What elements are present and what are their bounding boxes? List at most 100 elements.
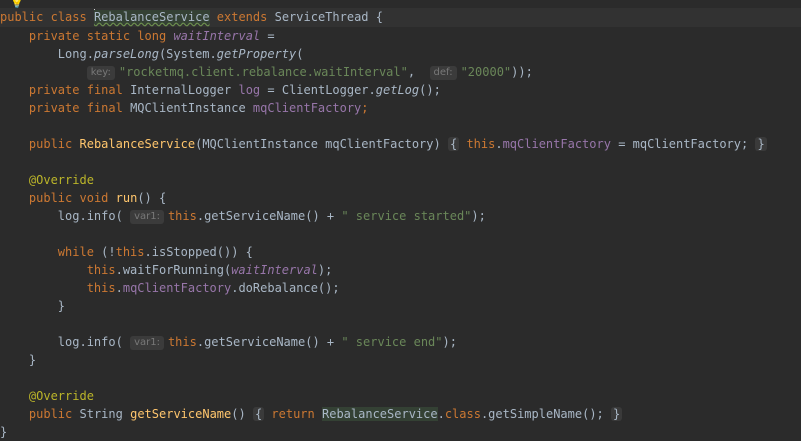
keyword-this: this <box>466 137 496 151</box>
annotation: @Override <box>28 173 94 187</box>
field-name: mqClientFactory <box>252 101 362 115</box>
code-text: Long. <box>57 47 94 61</box>
keyword-this: this <box>115 245 145 259</box>
code-text: )); <box>511 65 533 79</box>
code-text: = mqClientFactory; <box>618 137 749 151</box>
code-text: (! <box>101 245 116 259</box>
brace: } <box>0 425 8 439</box>
parameter-list: (MQClientInstance mqClientFactory) <box>195 137 441 151</box>
keyword: long <box>137 29 167 43</box>
code-line-15[interactable]: log.info( var1: this.getServiceName() + "… <box>0 333 801 351</box>
fold-region-close[interactable]: } <box>611 407 623 421</box>
brace: { <box>375 10 383 24</box>
constructor-name: RebalanceService <box>79 137 196 151</box>
keyword: final <box>86 101 123 115</box>
code-text: .isStopped()) { <box>144 245 253 259</box>
code-line-14[interactable]: } <box>0 297 801 315</box>
method-call: getLog <box>375 83 420 97</box>
keyword: final <box>86 83 123 97</box>
brace: } <box>57 299 66 313</box>
code-line-18[interactable]: public String getServiceName() { return … <box>0 405 801 423</box>
fold-region-open[interactable]: { <box>252 407 265 421</box>
field-name: waitInterval <box>231 263 318 277</box>
keyword-this: this <box>167 209 197 223</box>
code-line-1[interactable]: public class RebalanceService extends Se… <box>0 8 801 26</box>
code-line-13[interactable]: this.mqClientFactory.doRebalance(); <box>0 279 801 297</box>
annotation: @Override <box>28 389 94 403</box>
code-line-17[interactable]: @Override <box>0 387 801 405</box>
code-text: ( <box>296 47 304 61</box>
code-text: (); <box>419 83 441 97</box>
code-line-19[interactable]: } <box>0 423 801 441</box>
type-name: MQClientInstance <box>130 101 246 115</box>
string-literal: "rocketmq.client.rebalance.waitInterval" <box>118 65 408 79</box>
keyword-this: this <box>86 281 116 295</box>
method-call: getProperty <box>216 47 297 61</box>
operator: = <box>267 29 275 43</box>
keyword: while <box>57 245 94 259</box>
fold-region-close[interactable]: } <box>755 137 767 151</box>
keyword-this: this <box>86 263 116 277</box>
parameter-hint: var1: <box>130 210 164 224</box>
code-text: log.info( <box>57 209 123 223</box>
keyword: private <box>28 83 80 97</box>
class-name: RebalanceService <box>93 10 210 24</box>
code-editor[interactable]: 💡 public class RebalanceService extends … <box>0 0 801 441</box>
fold-region-open[interactable]: { <box>447 137 460 151</box>
keyword-this: this <box>167 335 197 349</box>
keyword: public <box>28 137 73 151</box>
semicolon: ; <box>361 101 369 115</box>
code-text: , <box>407 65 416 79</box>
lightbulb-icon[interactable]: 💡 <box>10 0 24 8</box>
keyword: static <box>86 29 131 43</box>
method-call: parseLong <box>93 47 159 61</box>
brace: } <box>28 353 37 367</box>
keyword: public <box>0 10 44 24</box>
code-line-10[interactable]: log.info( var1: this.getServiceName() + "… <box>0 207 801 225</box>
code-line-9[interactable]: public void run() { <box>0 189 801 207</box>
code-text: .getSimpleName(); <box>480 407 604 421</box>
keyword: extends <box>216 10 268 24</box>
code-text: log.info( <box>57 335 123 349</box>
code-text: . <box>437 407 445 421</box>
code-text: ); <box>442 335 457 349</box>
code-text: .getServiceName() + <box>196 335 342 349</box>
code-line-5[interactable]: private final InternalLogger log = Clien… <box>0 81 801 99</box>
code-text: . <box>115 281 123 295</box>
parameter-hint: var1: <box>130 336 164 350</box>
method-name: getServiceName <box>130 407 232 421</box>
code-text: () { <box>137 191 167 205</box>
code-line-8[interactable]: @Override <box>0 171 801 189</box>
type-name: InternalLogger <box>130 83 232 97</box>
code-text: ); <box>317 263 333 277</box>
type-name: String <box>79 407 123 421</box>
code-text: .getServiceName() + <box>196 209 342 223</box>
field-name: log <box>238 83 261 97</box>
keyword: public <box>28 191 73 205</box>
code-text: ); <box>471 209 486 223</box>
code-line-7[interactable]: public RebalanceService(MQClientInstance… <box>0 135 801 153</box>
keyword: public <box>28 407 73 421</box>
code-line-3[interactable]: Long.parseLong(System.getProperty( <box>0 45 801 63</box>
code-text: .waitForRunning( <box>115 263 232 277</box>
code-line-6[interactable]: private final MQClientInstance mqClientF… <box>0 99 801 117</box>
code-text: (System. <box>158 47 217 61</box>
code-line-12[interactable]: this.waitForRunning(waitInterval); <box>0 261 801 279</box>
string-literal: " service end" <box>341 335 443 349</box>
method-name: run <box>115 191 138 205</box>
string-literal: "20000" <box>460 65 512 79</box>
string-literal: " service started" <box>341 209 472 223</box>
code-line-16[interactable]: } <box>0 351 801 369</box>
field-name: mqClientFactory <box>502 137 611 151</box>
keyword: void <box>79 191 109 205</box>
keyword: class <box>444 407 481 421</box>
code-line-11[interactable]: while (!this.isStopped()) { <box>0 243 801 261</box>
superclass-name: ServiceThread <box>274 10 369 24</box>
keyword: private <box>28 29 80 43</box>
keyword: class <box>50 10 87 24</box>
code-line-4[interactable]: key: "rocketmq.client.rebalance.waitInter… <box>0 63 801 81</box>
code-text: = ClientLogger. <box>267 83 376 97</box>
parameter-hint: def: <box>429 66 457 80</box>
keyword: private <box>28 101 80 115</box>
code-line-2[interactable]: private static long waitInterval = <box>0 27 801 45</box>
